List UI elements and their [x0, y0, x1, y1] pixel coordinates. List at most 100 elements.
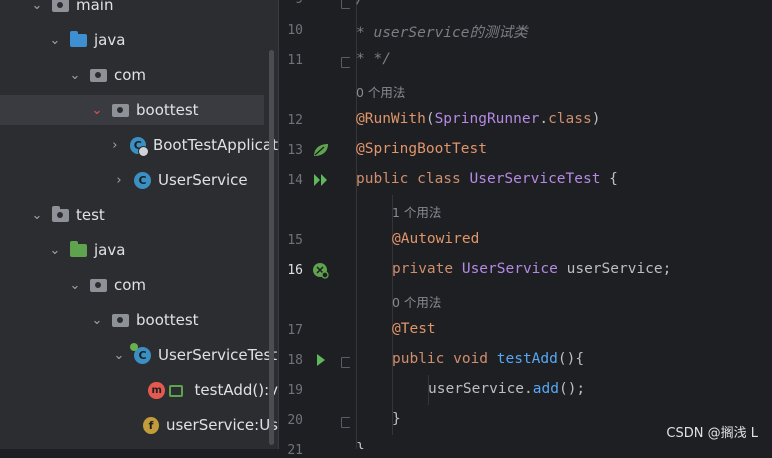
spring-bean-icon[interactable]	[312, 142, 330, 158]
type-name: SpringRunner	[434, 111, 540, 127]
package-icon	[90, 278, 107, 292]
code-line-11[interactable]: * */	[356, 51, 391, 67]
punct: {	[600, 171, 618, 187]
keyword: class	[548, 111, 592, 127]
tree-item-test-com[interactable]: ⌄ com	[0, 270, 278, 300]
line-number: 20	[287, 413, 303, 428]
tree-item-boottest[interactable]: ⌄ boottest	[0, 95, 264, 125]
keyword: private	[392, 261, 462, 277]
code-line-14[interactable]: public class UserServiceTest {	[356, 171, 618, 187]
chevron-down-icon[interactable]: ⌄	[112, 348, 126, 363]
type-name: UserService	[461, 261, 558, 277]
chevron-down-icon[interactable]: ⌄	[68, 278, 82, 293]
autowired-bean-icon[interactable]	[312, 262, 330, 280]
run-test-icon[interactable]	[312, 352, 330, 368]
tree-item-label: com	[114, 66, 147, 84]
tree-item-userservicetest[interactable]: ⌄ C UserServiceTest	[0, 340, 278, 370]
object-ref: userService.	[428, 381, 533, 397]
code-line-13[interactable]: @SpringBootTest	[356, 141, 487, 157]
tree-item-label: userService:Us	[165, 416, 278, 434]
code-line-16[interactable]: private UserService userService;	[392, 261, 671, 277]
line-number: 13	[287, 143, 303, 158]
tree-scrollbar[interactable]	[269, 50, 274, 445]
method-call: add	[532, 381, 559, 397]
tree-item-label: UserServiceTest	[158, 346, 278, 364]
tree-item-test[interactable]: ⌄ test	[0, 200, 278, 230]
code-line-19[interactable]: userService.add();	[428, 381, 585, 397]
field-icon: f	[143, 416, 159, 434]
line-number: 21	[287, 443, 303, 458]
line-number: 9	[279, 0, 303, 7]
folder-icon	[52, 205, 69, 222]
chevron-right-icon[interactable]: ›	[108, 138, 122, 153]
line-number: 12	[287, 113, 303, 128]
usage-hint[interactable]: 1 个用法	[392, 202, 441, 221]
watermark: CSDN @搁浅 L	[666, 426, 758, 441]
code-line-21[interactable]: }	[356, 441, 365, 449]
line-number: 17	[287, 323, 303, 338]
code-line-15[interactable]: @Autowired	[392, 231, 479, 247]
code-line-20[interactable]: }	[392, 411, 401, 427]
tree-item-label: java	[94, 31, 126, 49]
spring-class-icon: C	[129, 136, 149, 157]
tree-item-label: java	[94, 241, 126, 259]
chevron-down-icon[interactable]: ⌄	[90, 103, 104, 118]
chevron-right-icon[interactable]: ›	[112, 173, 126, 188]
punct: )	[591, 111, 601, 127]
tree-item-com[interactable]: ⌄ com	[0, 60, 278, 90]
test-class-icon: C	[130, 342, 151, 364]
tree-item-label: boottest	[136, 311, 199, 329]
code-line-10[interactable]: * userService的测试类	[356, 21, 528, 42]
line-number: 19	[287, 383, 303, 398]
line-number: 11	[287, 53, 303, 68]
project-tree: ⌄ main ⌄ java ⌄ com ⌄ boottest › C BootT…	[0, 0, 278, 449]
usage-hint[interactable]: 0 个用法	[392, 292, 441, 311]
comment-text: userService的测试类	[373, 25, 528, 41]
code-line-18[interactable]: public void testAdd(){	[392, 351, 584, 367]
code-editor[interactable]: /* * userService的测试类 * */ 0 个用法 @RunWith…	[350, 0, 772, 449]
chevron-down-icon[interactable]: ⌄	[48, 243, 62, 258]
folder-icon	[52, 0, 69, 12]
run-all-icon[interactable]	[312, 172, 330, 188]
annotation: @RunWith	[356, 111, 426, 127]
punct: (	[425, 111, 435, 127]
chevron-down-icon[interactable]: ⌄	[30, 208, 44, 223]
tree-item-label: main	[76, 0, 114, 14]
tree-item-userservice-field[interactable]: f userService:Us	[0, 410, 278, 440]
tree-item-main[interactable]: ⌄ main	[0, 0, 278, 20]
code-line-9[interactable]: /*	[356, 0, 373, 7]
chevron-down-icon[interactable]: ⌄	[30, 0, 44, 13]
editor-gutter: 9 10 11 12 13 14 15 16 17 18 19 20 21	[278, 0, 351, 458]
code-line-12[interactable]: @RunWith(SpringRunner.class)	[356, 111, 600, 127]
indent-guide	[356, 0, 357, 449]
lock-icon	[168, 385, 183, 397]
tree-item-test-java[interactable]: ⌄ java	[0, 235, 278, 265]
package-icon	[112, 103, 129, 117]
tree-item-test-boottest[interactable]: ⌄ boottest	[0, 305, 278, 335]
tree-item-java[interactable]: ⌄ java	[0, 25, 278, 55]
punct: ();	[558, 381, 586, 397]
package-icon	[90, 68, 107, 82]
class-name: UserServiceTest	[469, 171, 601, 187]
tree-item-label: com	[114, 276, 147, 294]
code-line-17[interactable]: @Test	[392, 321, 436, 337]
line-number: 16	[287, 263, 303, 278]
usage-hint[interactable]: 0 个用法	[356, 82, 405, 101]
tree-item-boottestapplication[interactable]: › C BootTestApplicat	[0, 130, 278, 160]
method-name: testAdd	[496, 351, 558, 367]
punct: .	[539, 111, 549, 127]
chevron-down-icon[interactable]: ⌄	[90, 313, 104, 328]
class-icon: C	[134, 171, 151, 189]
chevron-down-icon[interactable]: ⌄	[48, 33, 62, 48]
package-icon	[112, 313, 129, 327]
keyword: public class	[356, 171, 470, 187]
tree-item-userservice[interactable]: › C UserService	[0, 165, 278, 195]
tree-item-label: UserService	[158, 171, 248, 189]
line-number: 18	[287, 353, 303, 368]
tree-item-testadd[interactable]: m testAdd():v	[0, 375, 278, 405]
tree-item-label: boottest	[136, 101, 199, 119]
tree-item-label: BootTestApplicat	[152, 136, 278, 154]
line-number: 15	[287, 233, 303, 248]
method-icon: m	[148, 381, 165, 399]
chevron-down-icon[interactable]: ⌄	[68, 68, 82, 83]
